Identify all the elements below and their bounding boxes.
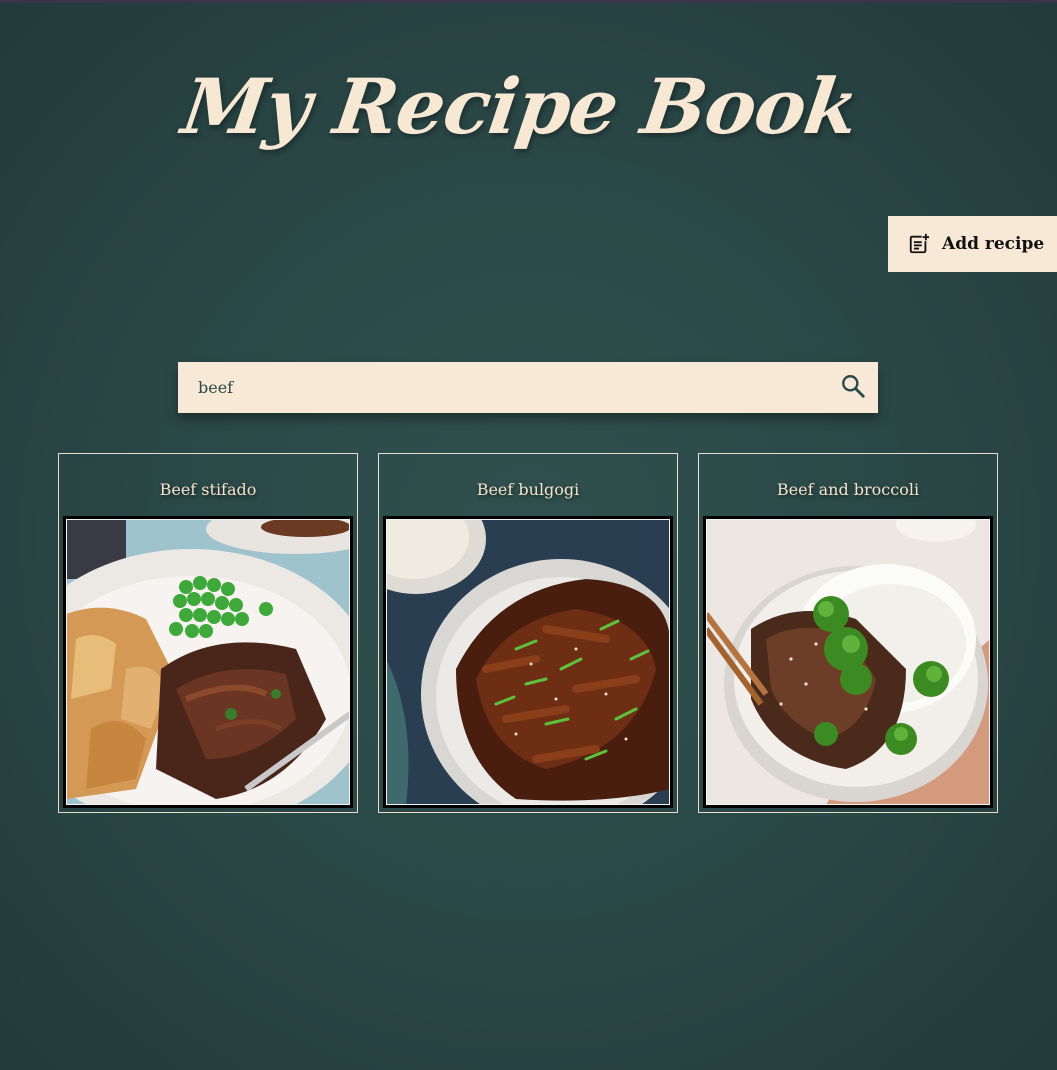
page-title: My Recipe Book	[176, 62, 864, 151]
recipe-card[interactable]: Beef bulgogi	[378, 453, 678, 813]
top-strip	[0, 0, 1057, 3]
search-icon	[840, 373, 866, 403]
recipe-card-image	[63, 516, 353, 808]
recipe-card[interactable]: Beef and broccoli	[698, 453, 998, 813]
search-button[interactable]	[838, 373, 868, 403]
add-recipe-label: Add recipe	[942, 234, 1045, 254]
add-recipe-button[interactable]: Add recipe	[888, 216, 1057, 272]
recipe-card-image	[383, 516, 673, 808]
recipe-card-title: Beef bulgogi	[476, 480, 580, 499]
note-add-icon	[908, 233, 930, 255]
search-bar	[178, 362, 878, 413]
recipe-card-title: Beef and broccoli	[776, 480, 920, 499]
recipe-card-title: Beef stifado	[159, 480, 257, 499]
search-input[interactable]	[178, 362, 818, 413]
recipe-card[interactable]: Beef stifado	[58, 453, 358, 813]
recipe-card-image	[703, 516, 993, 808]
